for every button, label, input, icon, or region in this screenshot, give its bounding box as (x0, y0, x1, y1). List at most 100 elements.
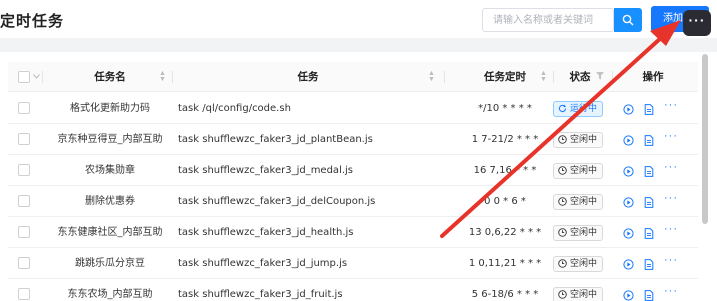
task-schedule: 16 7,16 * * * (473, 165, 537, 176)
task-command: task shufflewzc_faker3_jd_plantBean.js (178, 134, 373, 145)
column-header-command[interactable]: 任务 (178, 62, 438, 92)
run-button[interactable] (623, 164, 634, 182)
vertical-scrollbar[interactable] (702, 52, 708, 301)
log-icon (644, 166, 654, 177)
log-button[interactable] (644, 195, 654, 213)
column-header-status[interactable]: 状态 (560, 62, 600, 92)
table-row[interactable]: 农场集勋章 task shufflewzc_faker3_jd_medal.js 1… (8, 155, 698, 186)
task-name: 京东种豆得豆_内部互助 (57, 134, 163, 145)
clock-icon (558, 259, 567, 268)
run-icon (623, 104, 634, 115)
scrollbar-thumb[interactable] (702, 54, 708, 224)
more-actions-icon[interactable]: ··· (664, 130, 678, 142)
filter-icon[interactable] (596, 72, 604, 80)
clock-icon (558, 135, 567, 144)
log-icon (644, 290, 654, 301)
search-input[interactable] (482, 8, 614, 32)
sort-icon[interactable]: ▲ ▼ (159, 70, 166, 83)
more-actions-icon[interactable]: ··· (664, 254, 678, 266)
chevron-down-icon[interactable] (33, 74, 40, 79)
run-icon (623, 166, 634, 177)
column-divider (612, 71, 613, 83)
log-button[interactable] (644, 288, 654, 301)
more-actions-icon[interactable]: ··· (664, 192, 678, 204)
run-button[interactable] (623, 257, 634, 275)
run-button[interactable] (623, 102, 634, 120)
column-header-actions: 操作 (642, 71, 664, 83)
run-icon (623, 197, 634, 208)
log-button[interactable] (644, 102, 654, 120)
task-schedule: 1 7-21/2 * * * (471, 134, 539, 145)
log-icon (644, 135, 654, 146)
page-title: 定时任务 (0, 12, 65, 30)
column-divider (553, 71, 554, 83)
clock-icon (558, 290, 567, 299)
column-divider (444, 71, 445, 83)
run-icon (623, 290, 634, 301)
column-divider (172, 71, 173, 83)
row-checkbox[interactable] (18, 102, 30, 114)
log-button[interactable] (644, 257, 654, 275)
run-button[interactable] (623, 133, 634, 151)
more-options-button[interactable]: ··· (683, 10, 711, 36)
sort-icon[interactable]: ▲ ▼ (428, 70, 435, 83)
column-header-name[interactable]: 任务名 (50, 62, 170, 92)
task-schedule: 0 0 * 6 * (484, 196, 526, 207)
run-icon (623, 228, 634, 239)
status-badge: 空闲中 (553, 225, 604, 241)
table-header: 任务名 ▲ ▼ 任务 ▲ ▼ 任务定时 ▲ ▼ 状态 操作 (8, 62, 698, 92)
clock-icon (558, 166, 567, 175)
task-schedule: 1 0,11,21 * * * (468, 258, 542, 269)
task-command: task shufflewzc_faker3_jd_medal.js (178, 165, 354, 176)
sort-icon[interactable]: ▲ ▼ (540, 70, 547, 83)
run-icon (623, 135, 634, 146)
row-checkbox[interactable] (18, 164, 30, 176)
table-row[interactable]: 删除优惠券 task shufflewzc_faker3_jd_delCoupon… (8, 186, 698, 217)
status-label: 运行中 (570, 104, 598, 114)
status-badge: 运行中 (553, 101, 604, 117)
run-button[interactable] (623, 195, 634, 213)
select-all-checkbox[interactable] (18, 71, 30, 83)
status-badge: 空闲中 (553, 194, 604, 210)
row-checkbox[interactable] (18, 288, 30, 300)
more-actions-icon[interactable]: ··· (664, 161, 678, 173)
run-button[interactable] (623, 288, 634, 301)
log-icon (644, 197, 654, 208)
status-badge: 空闲中 (553, 163, 604, 179)
more-actions-icon[interactable]: ··· (664, 99, 678, 111)
search-button[interactable] (614, 8, 642, 32)
status-label: 空闲中 (570, 290, 598, 300)
status-badge: 空闲中 (553, 287, 604, 301)
table-row[interactable]: 东东农场_内部互助 task shufflewzc_faker3_jd_fruit… (8, 279, 698, 301)
clock-icon (558, 228, 567, 237)
task-schedule: */10 * * * * (478, 103, 532, 114)
table-row[interactable]: 京东种豆得豆_内部互助 task shufflewzc_faker3_jd_pla… (8, 124, 698, 155)
status-badge: 空闲中 (553, 132, 604, 148)
run-button[interactable] (623, 226, 634, 244)
log-button[interactable] (644, 164, 654, 182)
more-actions-icon[interactable]: ··· (664, 223, 678, 235)
row-checkbox[interactable] (18, 133, 30, 145)
task-name: 东东健康社区_内部互助 (57, 227, 163, 238)
table-row[interactable]: 格式化更新助力码 task /ql/config/code.sh */10 * * … (8, 93, 698, 124)
table-row[interactable]: 东东健康社区_内部互助 task shufflewzc_faker3_jd_hea… (8, 217, 698, 248)
table-row[interactable]: 跳跳乐瓜分京豆 task shufflewzc_faker3_jd_jump.js… (8, 248, 698, 279)
row-checkbox[interactable] (18, 226, 30, 238)
content-background (0, 38, 717, 52)
more-actions-icon[interactable]: ··· (664, 285, 678, 297)
task-name: 跳跳乐瓜分京豆 (75, 258, 145, 269)
log-button[interactable] (644, 226, 654, 244)
task-command: task shufflewzc_faker3_jd_jump.js (178, 258, 348, 269)
log-icon (644, 104, 654, 115)
log-icon (644, 228, 654, 239)
task-name: 农场集勋章 (85, 165, 135, 176)
status-label: 空闲中 (570, 197, 598, 207)
log-button[interactable] (644, 133, 654, 151)
row-checkbox[interactable] (18, 195, 30, 207)
search-icon (622, 14, 634, 26)
task-command: task /ql/config/code.sh (178, 103, 291, 114)
row-checkbox[interactable] (18, 257, 30, 269)
sync-icon (558, 104, 567, 113)
status-label: 空闲中 (570, 259, 598, 269)
task-command: task shufflewzc_faker3_jd_fruit.js (178, 289, 343, 300)
